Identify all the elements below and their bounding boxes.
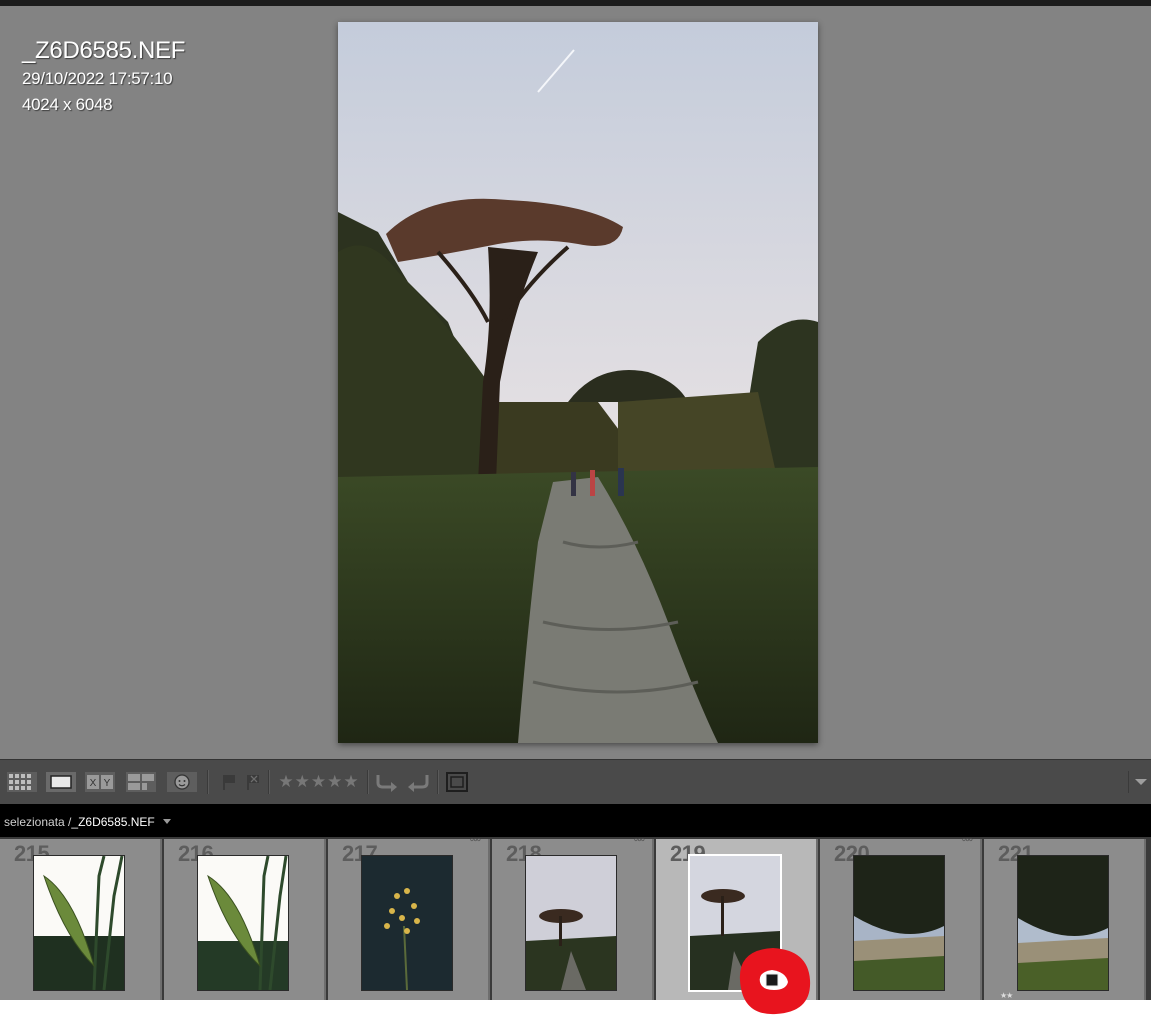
face-icon	[167, 772, 197, 792]
thumbnail-image	[1018, 856, 1108, 990]
flag-icon	[223, 775, 235, 790]
rotate-left-button[interactable]	[375, 771, 399, 793]
people-view-button[interactable]	[166, 771, 198, 793]
rotate-right-button[interactable]	[406, 771, 430, 793]
flag-pick-button[interactable]	[220, 771, 238, 793]
crop-overlay-button[interactable]	[444, 771, 470, 793]
thumbnail-image	[198, 856, 288, 990]
thumbnail-image	[526, 856, 616, 990]
library-toolbar: X Y ★★★★★	[0, 759, 1151, 804]
metadata-badge: °°°	[469, 837, 481, 849]
chevron-down-icon	[1135, 779, 1147, 785]
toolbar-separator	[207, 770, 209, 794]
path-prefix: selezionata /	[4, 815, 72, 829]
photo-info-overlay: _Z6D6585.NEF 29/10/2022 17:57:10 4024 x …	[22, 36, 185, 118]
grid-icon	[7, 772, 37, 792]
photo-dimensions: 4024 x 6048	[22, 95, 113, 114]
photo-filename: _Z6D6585.NEF	[22, 37, 186, 64]
rotate-right-icon	[408, 775, 429, 792]
thumbnail[interactable]	[1017, 855, 1109, 991]
metadata-badge: °°°	[961, 837, 973, 849]
svg-text:Y: Y	[104, 778, 111, 789]
main-photo-image	[338, 22, 818, 743]
survey-view-button[interactable]	[125, 771, 157, 793]
toolbar-separator	[268, 770, 270, 794]
red-annotation-circle	[739, 948, 811, 1015]
path-breadcrumb[interactable]: selezionata /_Z6D6585.NEF	[4, 815, 172, 829]
thumbnail[interactable]	[853, 855, 945, 991]
reject-flag-icon	[247, 775, 259, 790]
thumbnail[interactable]	[525, 855, 617, 991]
survey-icon	[126, 772, 156, 792]
thumbnail-image	[854, 856, 944, 990]
toolbar-separator	[367, 770, 369, 794]
main-photo[interactable]	[338, 22, 818, 743]
thumbnail[interactable]	[33, 855, 125, 991]
thumbnail-image	[362, 856, 452, 990]
toolbar-options-dropdown[interactable]	[1128, 771, 1151, 793]
filmstrip-cell[interactable]: 215	[0, 839, 162, 1000]
rating-stars[interactable]: ★★★★★	[276, 771, 362, 793]
thumbnail[interactable]	[361, 855, 453, 991]
toolbar-separator	[437, 770, 439, 794]
window-bottom-area	[0, 1000, 1151, 1017]
filmstrip-cell[interactable]: 216	[164, 839, 326, 1000]
thumbnail-image	[34, 856, 124, 990]
thumbnail-rating: ★★	[1000, 991, 1013, 1000]
flag-reject-button[interactable]	[244, 771, 262, 793]
metadata-badge: °°°	[633, 837, 645, 849]
compare-view-button[interactable]: X Y	[84, 771, 116, 793]
filmstrip: 215 216 217 °°° 218 °°° 219 220 °°° 221 …	[0, 837, 1151, 1000]
compare-xy-icon: X Y	[85, 772, 115, 792]
svg-text:X: X	[90, 778, 97, 789]
photo-datetime: 29/10/2022 17:57:10	[22, 69, 173, 88]
path-filename: _Z6D6585.NEF	[71, 815, 155, 829]
triangle-down-icon[interactable]	[162, 818, 172, 826]
filmstrip-cell[interactable]: 218 °°°	[492, 837, 654, 1000]
thumbnail[interactable]	[197, 855, 289, 991]
rotate-left-icon	[376, 775, 397, 792]
grid-view-button[interactable]	[6, 771, 38, 793]
filmstrip-cell[interactable]: 221 ★★	[984, 839, 1146, 1000]
filmstrip-cell[interactable]: 217 °°°	[328, 837, 490, 1000]
crop-frame-icon	[446, 772, 468, 792]
source-path-bar: selezionata /_Z6D6585.NEF	[0, 804, 1151, 837]
loupe-view-button[interactable]	[45, 771, 77, 793]
loupe-icon	[46, 772, 76, 792]
filmstrip-cell[interactable]: 220 °°°	[820, 837, 982, 1000]
